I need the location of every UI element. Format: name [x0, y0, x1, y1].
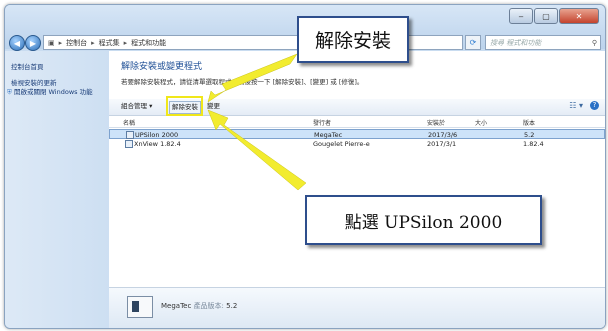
row-publisher: Gougelet Pierre-e — [313, 140, 370, 148]
breadcrumb-separator-icon: ▸ — [91, 38, 95, 47]
details-pane: MegaTec 產品版本: 5.2 — [109, 287, 605, 328]
row-installed-on: 2017/3/1 — [427, 140, 457, 148]
breadcrumb-separator-icon: ▸ — [58, 38, 63, 47]
table-row[interactable]: XnView 1.82.4 Gougelet Pierre-e 2017/3/1… — [109, 139, 605, 149]
row-installed-on: 2017/3/6 — [428, 131, 458, 139]
callout-select-upsilon: 點選 UPSilon 2000 — [305, 195, 542, 245]
sidebar-item-label: 開啟或關閉 Windows 功能 — [13, 88, 93, 96]
back-arrow-icon: ◀ — [13, 38, 21, 48]
app-icon — [126, 131, 134, 139]
view-options-icon[interactable]: ☷ ▾ — [569, 101, 583, 110]
control-panel-icon: ▣ — [48, 38, 55, 47]
main-panel: 解除安裝或變更程式 若要解除安裝程式，請從清單選取程式，然後按一下 [解除安裝]… — [109, 51, 605, 328]
refresh-icon: ⟳ — [469, 38, 477, 47]
forward-arrow-icon: ▶ — [29, 38, 37, 48]
row-version: 1.82.4 — [523, 140, 544, 148]
details-text: MegaTec 產品版本: 5.2 — [161, 301, 237, 311]
column-header-name[interactable]: 名稱 — [123, 118, 135, 127]
change-button[interactable]: 變更 — [205, 101, 222, 112]
help-icon[interactable]: ? — [590, 101, 599, 110]
breadcrumb-programs[interactable]: 程式集 — [99, 38, 120, 48]
search-placeholder: 搜尋 程式和功能 — [490, 38, 542, 47]
row-publisher: MegaTec — [314, 131, 343, 139]
callout-uninstall: 解除安裝 — [297, 16, 409, 63]
row-name: UPSilon 2000 — [135, 131, 179, 139]
uninstall-highlight-box — [166, 96, 203, 116]
sidebar-item-windows-features[interactable]: ⛨ 開啟或關閉 Windows 功能 — [7, 86, 93, 97]
row-version: 5.2 — [524, 131, 535, 139]
page-title: 解除安裝或變更程式 — [121, 62, 203, 72]
maximize-button[interactable]: ▢ — [534, 8, 558, 24]
page-description: 若要解除安裝程式，請從清單選取程式，然後按一下 [解除安裝]、[變更] 或 [修… — [121, 78, 364, 86]
forward-button[interactable]: ▶ — [25, 35, 41, 51]
minimize-button[interactable]: ‒ — [509, 8, 533, 24]
window-controls: ‒ ▢ ✕ — [508, 8, 599, 24]
sidebar-item-control-panel-home[interactable]: 控制台首頁 — [11, 61, 44, 71]
details-version-label: 產品版本: — [193, 302, 224, 310]
shield-icon: ⛨ — [7, 88, 12, 96]
details-publisher: MegaTec — [161, 302, 192, 310]
sidebar-item-label: 控制台首頁 — [11, 63, 44, 71]
breadcrumb-separator-icon: ▸ — [123, 38, 128, 47]
breadcrumb-programs-and-features[interactable]: 程式和功能 — [131, 38, 166, 48]
sidebar: 控制台首頁 檢視安裝的更新 ⛨ 開啟或關閉 Windows 功能 — [5, 51, 109, 328]
row-name: XnView 1.82.4 — [134, 140, 181, 148]
app-icon — [125, 140, 133, 148]
column-header-version[interactable]: 版本 — [523, 118, 535, 127]
column-header-size[interactable]: 大小 — [475, 118, 487, 127]
breadcrumb-control-panel[interactable]: 控制台 — [66, 38, 87, 48]
command-toolbar: 組合管理 ▾ 解除安裝 變更 ☷ ▾ ? — [109, 96, 605, 116]
details-version: 5.2 — [226, 302, 238, 310]
table-row[interactable]: UPSilon 2000 MegaTec 2017/3/6 5.2 — [109, 129, 605, 139]
search-icon: ⚲ — [591, 38, 597, 47]
back-button[interactable]: ◀ — [9, 35, 25, 51]
column-headers: 名稱 發行者 安裝於 大小 版本 — [109, 117, 605, 128]
column-header-installed-on[interactable]: 安裝於 — [427, 118, 445, 127]
column-header-publisher[interactable]: 發行者 — [313, 118, 331, 127]
search-input[interactable]: 搜尋 程式和功能 ⚲ — [485, 35, 601, 50]
organize-button[interactable]: 組合管理 ▾ — [119, 101, 154, 112]
program-icon — [127, 296, 153, 318]
close-button[interactable]: ✕ — [559, 8, 599, 24]
refresh-button[interactable]: ⟳ — [465, 35, 481, 50]
